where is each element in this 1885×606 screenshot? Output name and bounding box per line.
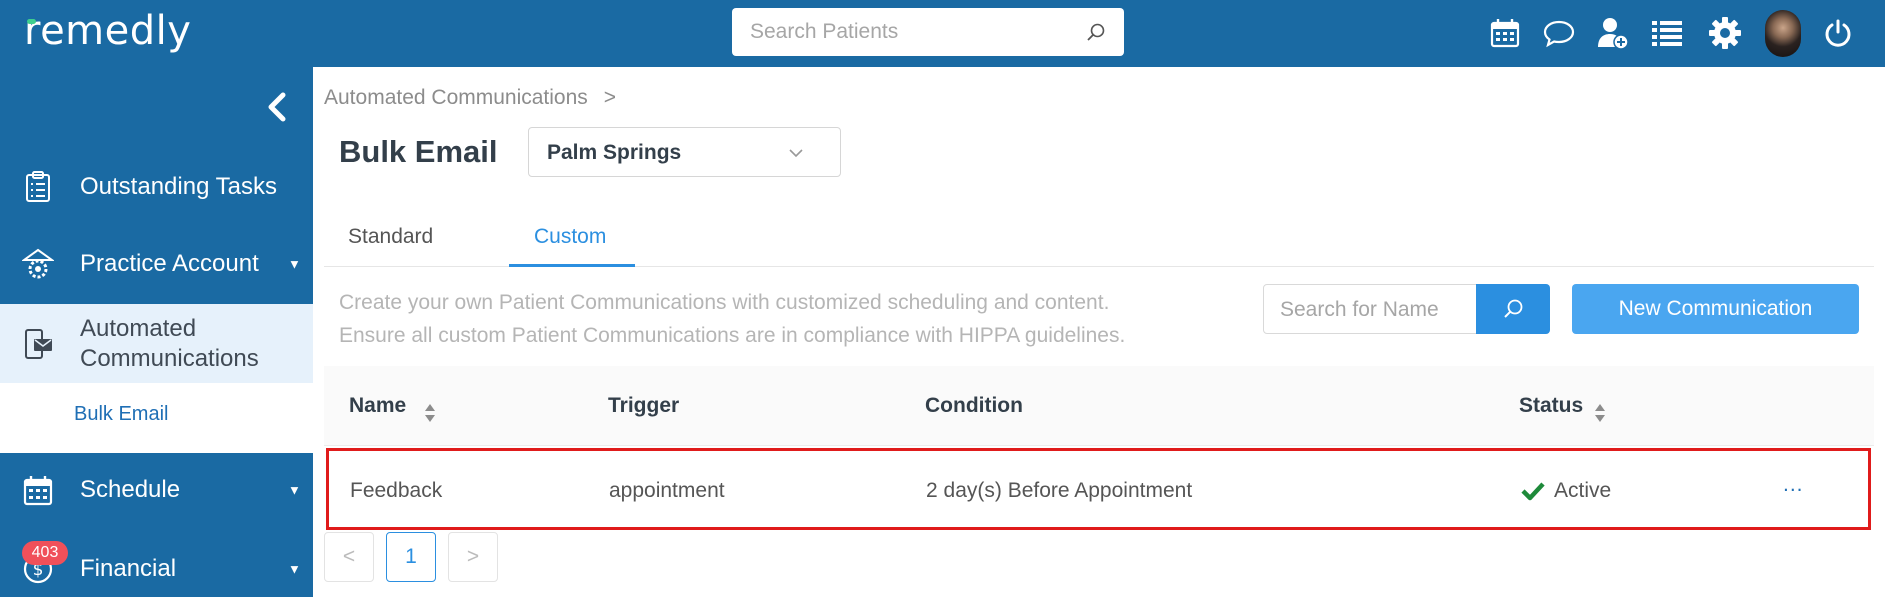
sidebar-subitem-bulk-email[interactable]: Bulk Email bbox=[74, 403, 168, 426]
name-search-button[interactable] bbox=[1476, 284, 1550, 334]
sidebar-item-label: Automated Communications bbox=[80, 314, 259, 372]
power-icon[interactable] bbox=[1819, 14, 1857, 52]
sidebar: Outstanding Tasks Practice Account ▼ Aut… bbox=[0, 67, 313, 597]
list-icon[interactable] bbox=[1648, 14, 1686, 52]
cell-trigger: appointment bbox=[609, 479, 725, 502]
top-bar: remedly bbox=[0, 0, 1885, 67]
sidebar-item-label: Outstanding Tasks bbox=[80, 173, 278, 200]
page-title: Bulk Email bbox=[339, 134, 498, 169]
name-search bbox=[1263, 284, 1477, 334]
cell-status: Active bbox=[1554, 479, 1612, 502]
description-line-1: Create your own Patient Communications w… bbox=[339, 291, 1110, 314]
location-value: Palm Springs bbox=[547, 141, 682, 164]
sidebar-item-schedule[interactable]: Schedule ▼ bbox=[0, 453, 313, 527]
description: Create your own Patient Communications w… bbox=[339, 286, 1125, 352]
pagination-prev[interactable]: < bbox=[324, 532, 374, 582]
sidebar-item-outstanding-tasks[interactable]: Outstanding Tasks bbox=[0, 150, 313, 224]
name-search-input[interactable] bbox=[1280, 297, 1460, 323]
patient-search bbox=[732, 8, 1124, 56]
caret-down-icon: ▼ bbox=[288, 256, 301, 272]
sidebar-item-label: Schedule bbox=[80, 476, 181, 503]
chevron-right-icon: > bbox=[466, 545, 480, 568]
table-header: Name Trigger Condition Status bbox=[324, 366, 1874, 446]
column-header-trigger: Trigger bbox=[608, 394, 680, 417]
pagination-next[interactable]: > bbox=[448, 532, 498, 582]
breadcrumb-separator: > bbox=[603, 86, 617, 109]
sidebar-item-label: Practice Account bbox=[80, 250, 259, 277]
cell-condition: 2 day(s) Before Appointment bbox=[926, 479, 1193, 502]
breadcrumb-link[interactable]: Automated Communications bbox=[324, 86, 588, 109]
collapse-sidebar-icon[interactable] bbox=[262, 89, 292, 125]
location-select[interactable]: Palm Springs bbox=[528, 127, 841, 177]
column-header-name[interactable]: Name bbox=[349, 394, 406, 418]
active-tab-indicator bbox=[509, 264, 635, 267]
row-actions-button[interactable]: ... bbox=[1783, 473, 1804, 497]
chat-icon[interactable] bbox=[1540, 14, 1578, 52]
column-header-condition: Condition bbox=[925, 394, 1023, 417]
tab-standard[interactable]: Standard bbox=[348, 225, 433, 249]
search-icon[interactable] bbox=[1086, 22, 1106, 42]
calendar-icon bbox=[23, 476, 53, 506]
description-line-2: Ensure all custom Patient Communications… bbox=[339, 324, 1126, 347]
search-icon bbox=[1504, 299, 1523, 318]
tab-bar: Standard Custom bbox=[324, 215, 1874, 267]
column-header-status[interactable]: Status bbox=[1519, 394, 1583, 418]
gear-icon[interactable] bbox=[1706, 14, 1744, 52]
new-communication-button[interactable]: New Communication bbox=[1572, 284, 1859, 334]
caret-down-icon: ▼ bbox=[288, 482, 301, 498]
app-logo[interactable]: remedly bbox=[24, 8, 191, 54]
sort-icon[interactable] bbox=[424, 402, 436, 424]
financial-count-badge: 403 bbox=[22, 541, 68, 565]
chevron-down-icon bbox=[789, 149, 803, 158]
gear-building-icon bbox=[22, 248, 54, 279]
device-mail-icon bbox=[25, 328, 52, 359]
check-icon bbox=[1521, 482, 1545, 501]
logo-text: remedly bbox=[24, 8, 192, 54]
breadcrumb: Automated Communications > bbox=[324, 86, 616, 110]
calendar-icon[interactable] bbox=[1486, 14, 1524, 52]
chevron-left-icon: < bbox=[342, 545, 356, 568]
clipboard-icon bbox=[26, 171, 50, 202]
sidebar-item-automated-communications[interactable]: Automated Communications bbox=[0, 304, 313, 383]
cell-name: Feedback bbox=[350, 479, 443, 502]
avatar[interactable] bbox=[1765, 10, 1801, 57]
sidebar-item-practice-account[interactable]: Practice Account ▼ bbox=[0, 227, 313, 301]
pagination-page-1[interactable]: 1 bbox=[386, 532, 436, 582]
sort-icon[interactable] bbox=[1594, 402, 1606, 424]
patient-search-input[interactable] bbox=[750, 19, 1070, 45]
sidebar-item-label: Financial bbox=[80, 555, 177, 582]
sidebar-submenu: Bulk Email bbox=[0, 383, 313, 453]
tab-custom[interactable]: Custom bbox=[534, 225, 606, 249]
table-row[interactable]: Feedback appointment 2 day(s) Before App… bbox=[326, 448, 1871, 530]
caret-down-icon: ▼ bbox=[288, 561, 301, 577]
add-user-icon[interactable] bbox=[1594, 14, 1632, 52]
